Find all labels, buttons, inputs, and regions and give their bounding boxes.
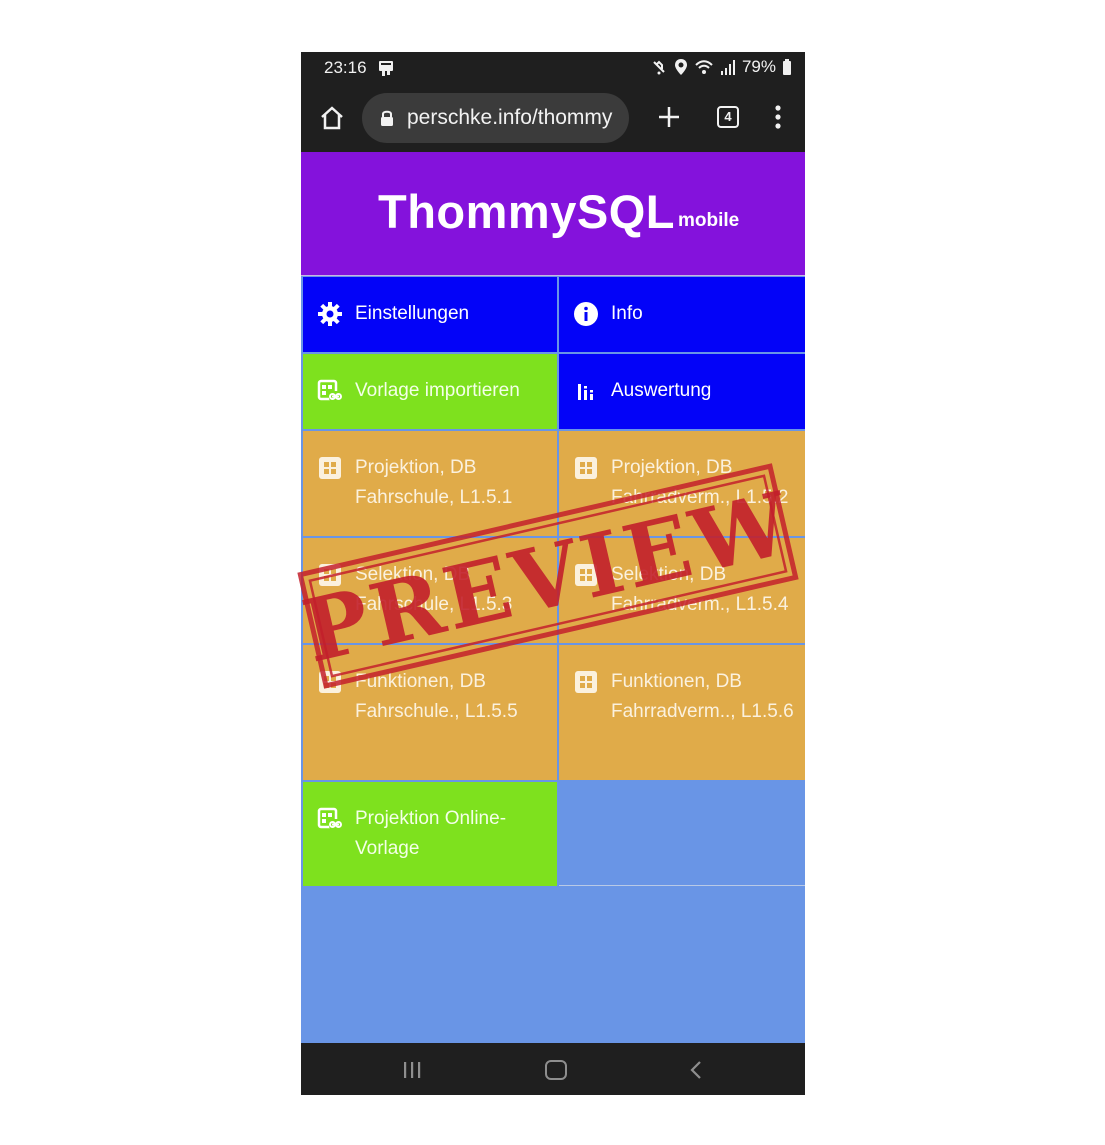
status-icons: 79%: [650, 57, 792, 77]
notification-icon: [377, 59, 395, 77]
tile-label: Selektion, DB Fahrradverm., L1.5.4: [611, 564, 789, 615]
tile-label: Projektion, DB Fahrradverm., L1.5.2: [611, 457, 789, 508]
app-title: ThommySQL: [378, 185, 675, 238]
url-field[interactable]: perschke.info/thommy: [362, 93, 629, 143]
tile-label: Vorlage importieren: [355, 380, 520, 401]
grid-icon: [319, 671, 341, 693]
app-header: ThommySQL mobile: [301, 152, 805, 276]
tile-selektion-fahrschule[interactable]: Selektion, DB Fahrschule, L1.5.3: [303, 538, 557, 643]
status-bar: 23:16 79%: [301, 52, 805, 84]
tile-label: Info: [611, 303, 643, 324]
import-template-icon: [317, 379, 342, 402]
tile-funktionen-fahrradverm[interactable]: Funktionen, DB Fahrradverm.., L1.5.6: [559, 645, 805, 780]
tile-projektion-fahrschule[interactable]: Projektion, DB Fahrschule, L1.5.1: [303, 431, 557, 536]
info-icon: [574, 302, 598, 326]
lock-icon: [381, 110, 393, 126]
import-template-icon: [317, 807, 342, 830]
tile-label: Projektion Online-Vorlage: [355, 808, 507, 859]
tile-info[interactable]: Info: [559, 277, 805, 352]
grid-icon: [575, 564, 597, 586]
wifi-icon: [695, 60, 713, 74]
location-icon: [674, 59, 687, 75]
grid-icon: [575, 457, 597, 479]
tile-label: Selektion, DB Fahrschule, L1.5.3: [355, 564, 513, 615]
recent-apps-icon[interactable]: [401, 1060, 423, 1080]
browser-toolbar: perschke.info/thommy 4: [301, 84, 805, 152]
status-time: 23:16: [324, 58, 367, 77]
back-icon[interactable]: [689, 1060, 703, 1080]
new-tab-icon[interactable]: [656, 104, 682, 130]
tile-label: Auswertung: [611, 380, 712, 401]
battery-icon: [783, 59, 791, 75]
gear-icon: [318, 302, 342, 326]
grid-icon: [575, 671, 597, 693]
home-button-icon[interactable]: [545, 1060, 567, 1080]
tile-projektion-online-vorlage[interactable]: Projektion Online-Vorlage: [303, 782, 557, 886]
system-nav-bar: [301, 1043, 805, 1095]
home-icon[interactable]: [319, 105, 345, 131]
tile-label: Funktionen, DB Fahrschule., L1.5.5: [355, 671, 518, 722]
tile-funktionen-fahrschule[interactable]: Funktionen, DB Fahrschule., L1.5.5: [303, 645, 557, 780]
tile-label: Projektion, DB Fahrschule, L1.5.1: [355, 457, 513, 508]
tile-label: Funktionen, DB Fahrradverm.., L1.5.6: [611, 671, 794, 722]
battery-percent: 79%: [741, 57, 776, 76]
grid-icon: [319, 457, 341, 479]
signal-icon: [720, 60, 735, 75]
tile-projektion-fahrradverm[interactable]: Projektion, DB Fahrradverm., L1.5.2: [559, 431, 805, 536]
tile-selektion-fahrradverm[interactable]: Selektion, DB Fahrradverm., L1.5.4: [559, 538, 805, 643]
tile-vorlage-importieren[interactable]: Vorlage importieren: [303, 354, 557, 429]
more-menu-icon[interactable]: [775, 104, 781, 130]
tile-einstellungen[interactable]: Einstellungen: [303, 277, 557, 352]
tile-auswertung[interactable]: Auswertung: [559, 354, 805, 429]
tab-switcher-button[interactable]: 4: [717, 106, 739, 128]
phone-screen: 23:16 79% perschke.info/thommy 4 ThommyS…: [301, 52, 805, 1095]
grid-icon: [319, 564, 341, 586]
mute-icon: [653, 60, 665, 75]
tile-empty: [559, 782, 805, 886]
app-subtitle: mobile: [678, 210, 740, 231]
url-text: perschke.info/thommy: [407, 106, 613, 129]
tile-label: Einstellungen: [355, 303, 470, 324]
bar-chart-icon: [578, 384, 593, 400]
